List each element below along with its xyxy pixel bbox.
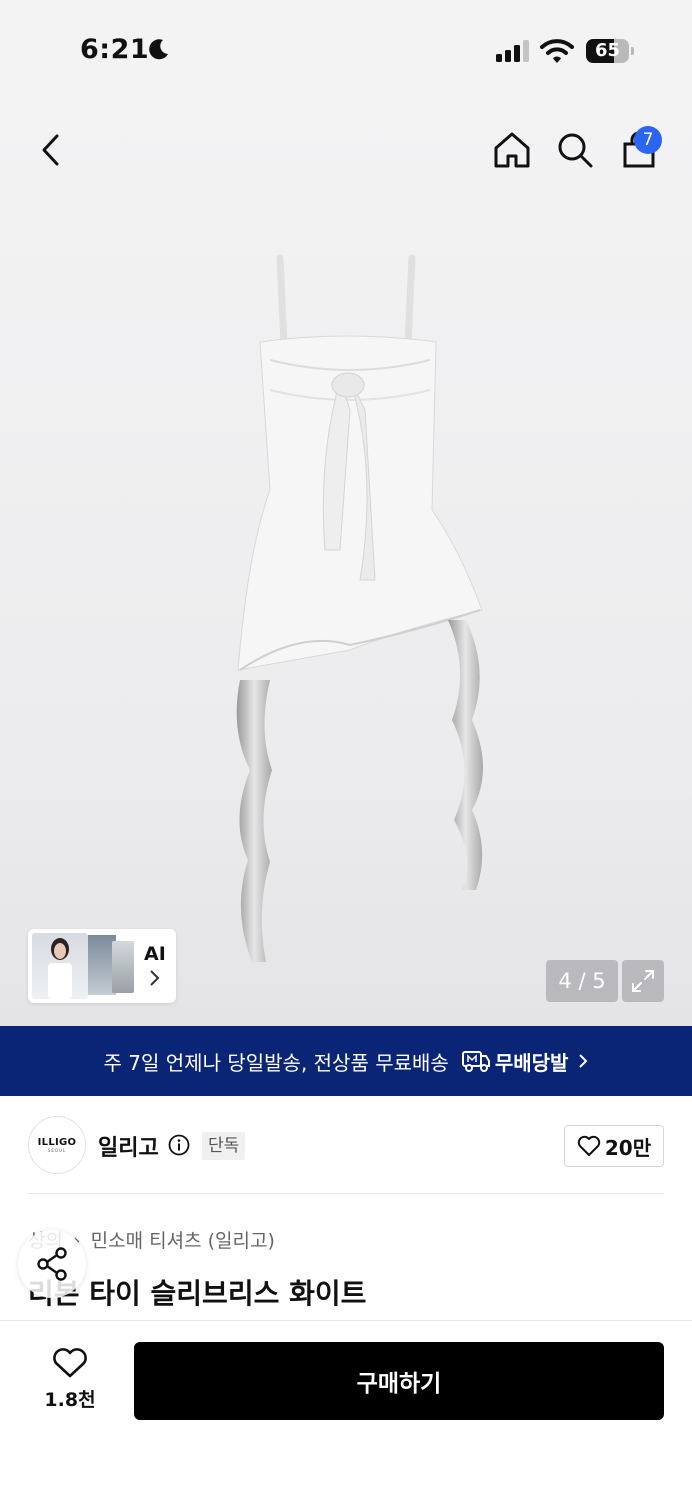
chevron-right-icon bbox=[579, 1054, 588, 1068]
search-button[interactable] bbox=[553, 128, 597, 172]
search-icon bbox=[558, 133, 593, 168]
share-button[interactable] bbox=[18, 1230, 86, 1298]
ai-thumbnail-model bbox=[32, 933, 88, 999]
breadcrumb-subcategory[interactable]: 민소매 티셔츠 (일리고) bbox=[91, 1230, 275, 1252]
product-image bbox=[236, 254, 483, 962]
wifi-icon bbox=[540, 39, 574, 63]
heart-icon bbox=[53, 1348, 87, 1378]
back-button[interactable] bbox=[28, 128, 72, 172]
status-time: 6:21 bbox=[80, 34, 150, 65]
heart-icon bbox=[577, 1135, 601, 1156]
free-shipping-badge: 무배당발 bbox=[461, 1047, 569, 1076]
bottom-purchase-bar: 1.8천 구매하기 bbox=[0, 1320, 692, 1500]
battery-level: 65 bbox=[594, 40, 621, 61]
home-icon bbox=[494, 132, 530, 168]
ai-thumbnail-3 bbox=[112, 941, 134, 993]
battery-indicator: 65 bbox=[586, 39, 634, 63]
brand-row: ILLIGO SEOUL 일리고 단독 20만 bbox=[28, 1110, 664, 1194]
wishlist-count: 1.8천 bbox=[44, 1389, 96, 1411]
ai-styling-card[interactable]: AI bbox=[28, 929, 176, 1003]
moon-icon bbox=[149, 39, 168, 60]
chevron-right-icon bbox=[150, 970, 160, 986]
brand-name[interactable]: 일리고 bbox=[98, 1130, 159, 1162]
brand-logo[interactable]: ILLIGO SEOUL bbox=[28, 1116, 86, 1174]
cellular-signal-icon bbox=[496, 40, 529, 62]
wishlist-button[interactable]: 1.8천 bbox=[30, 1347, 110, 1412]
exclusive-badge: 단독 bbox=[202, 1132, 246, 1160]
home-button[interactable] bbox=[490, 128, 534, 172]
expand-icon bbox=[632, 970, 654, 992]
brand-like-count: 20만 bbox=[604, 1135, 652, 1160]
expand-image-button[interactable] bbox=[622, 960, 664, 1002]
cart-count-badge: 7 bbox=[634, 126, 662, 154]
ai-label: AI bbox=[144, 943, 166, 965]
share-icon bbox=[37, 1247, 67, 1281]
brand-like-button[interactable]: 20만 bbox=[564, 1125, 664, 1167]
chevron-left-icon bbox=[42, 134, 59, 166]
image-page-counter: 4 / 5 bbox=[546, 960, 618, 1002]
shipping-promo-banner[interactable]: 주 7일 언제나 당일발송, 전상품 무료배송 무배당발 bbox=[0, 1026, 692, 1096]
product-image-gallery[interactable]: 7 AI 4 / 5 bbox=[0, 100, 692, 1026]
status-bar: 6:21 65 bbox=[0, 0, 692, 100]
free-shipping-label: 무배당발 bbox=[494, 1050, 569, 1075]
truck-icon bbox=[461, 1051, 490, 1072]
info-icon[interactable] bbox=[168, 1134, 190, 1156]
promo-text: 주 7일 언제나 당일발송, 전상품 무료배송 bbox=[103, 1050, 449, 1075]
buy-button[interactable]: 구매하기 bbox=[134, 1342, 664, 1420]
